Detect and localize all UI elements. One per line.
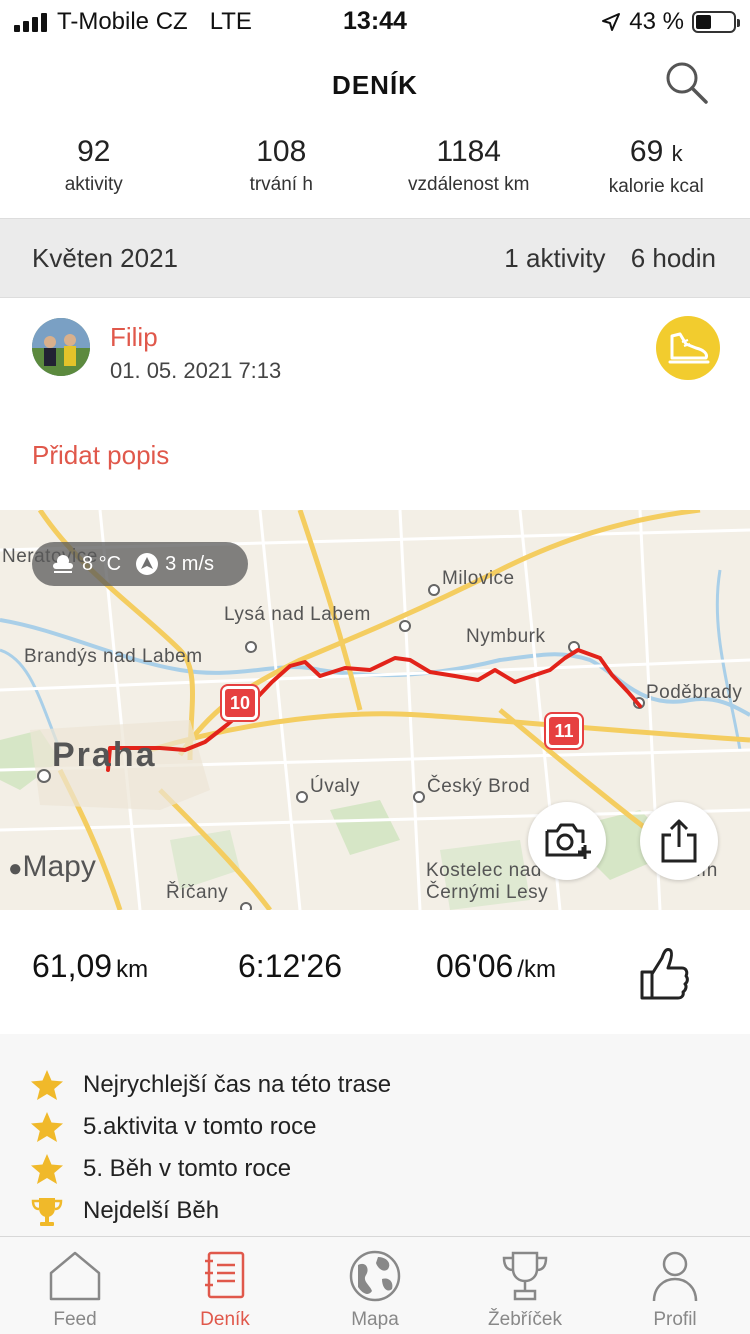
stat-label: aktivity — [64, 174, 123, 195]
weather-wind: 3 m/s — [165, 552, 215, 575]
thumbs-up-icon[interactable] — [638, 946, 690, 1002]
battery-icon — [692, 11, 740, 33]
location-arrow-icon — [602, 13, 621, 31]
achievements-list: Nejrychlejší čas na této trase 5.aktivit… — [0, 1034, 750, 1236]
weather-pill: 8 °C 3 m/s — [32, 542, 249, 586]
road-shield-10: 10 — [222, 686, 258, 720]
stats-row: 92 aktivity 108 trvání h 1184 vzdálenost… — [0, 132, 750, 216]
map-label-kostelec-2: Černými Lesy — [426, 882, 549, 903]
status-right: 43 % — [601, 8, 740, 36]
camera-add-icon — [545, 823, 591, 859]
map-label-brandys: Brandýs nad Labem — [24, 646, 203, 667]
maps-attribution: ●Mapy — [8, 850, 96, 883]
tab-diary[interactable]: Deník — [150, 1237, 300, 1334]
map-label-milovice: Milovice — [442, 568, 515, 589]
month-activities: 1 aktivity — [504, 243, 606, 273]
activity-metrics: 61,09 km 6:12'26 06'06/km — [0, 910, 750, 1034]
month-summary: 1 aktivity 6 hodin — [486, 243, 716, 274]
route-map[interactable]: Neratovice Milovice Lysá nad Labem Nymbu… — [0, 510, 750, 910]
map-label-praha: Praha — [52, 736, 157, 774]
person-icon — [652, 1251, 698, 1302]
tab-profile[interactable]: Profil — [600, 1237, 750, 1334]
stat-label: trvání h — [249, 174, 313, 195]
metric-distance: 61,09 km — [32, 948, 148, 985]
stat-value: 1184 — [436, 135, 501, 168]
month-name: Květen 2021 — [32, 243, 179, 273]
home-icon — [49, 1251, 101, 1301]
stat-label: kalorie kcal — [608, 176, 704, 197]
cloud-icon — [53, 555, 73, 573]
star-icon — [31, 1070, 63, 1100]
tab-leaderboard[interactable]: Žebříček — [450, 1237, 600, 1334]
activity-card-header: Filip 01. 05. 2021 7:13 Přidat popis — [0, 300, 750, 510]
achievement-item: Nejrychlejší čas na této trase — [0, 1064, 750, 1106]
achievement-text: 5. Běh v tomto roce — [83, 1155, 292, 1182]
add-description-link[interactable]: Přidat popis — [32, 440, 169, 471]
achievement-text: Nejdelší Běh — [83, 1197, 220, 1224]
status-bar: T-Mobile CZ LTE 13:44 43 % — [0, 0, 750, 40]
search-icon[interactable] — [662, 58, 712, 108]
map-label-uvaly: Úvaly — [310, 776, 361, 797]
month-hours: 6 hodin — [630, 243, 716, 273]
achievement-text: Nejrychlejší čas na této trase — [83, 1071, 392, 1098]
tab-label: Deník — [200, 1309, 250, 1330]
tab-label: Profil — [653, 1309, 697, 1330]
duration-value: 6:12'26 — [238, 948, 342, 984]
map-label-nymburk: Nymburk — [466, 626, 546, 647]
tab-label: Feed — [53, 1309, 97, 1330]
tab-label: Žebříček — [488, 1309, 562, 1330]
stat-distance: 1184 vzdálenost km — [375, 132, 563, 216]
achievement-text: 5.aktivita v tomto roce — [83, 1113, 317, 1140]
avatar[interactable] — [32, 318, 90, 376]
stat-activities: 92 aktivity — [0, 132, 188, 216]
battery-percent: 43 % — [629, 8, 684, 35]
tab-bar: Feed Deník Mapa Žebříček Profil — [0, 1236, 750, 1334]
globe-icon — [349, 1250, 401, 1302]
user-name[interactable]: Filip — [110, 322, 158, 353]
achievement-item: Nejdelší Běh — [0, 1190, 750, 1232]
map-label-lysa: Lysá nad Labem — [224, 604, 371, 625]
page-title: DENÍK — [332, 70, 418, 100]
metric-duration: 6:12'26 — [238, 948, 342, 985]
map-label-podebrady: Poděbrady — [646, 682, 743, 703]
map-label-kostelec: Kostelec nad — [426, 860, 542, 881]
stat-duration: 108 trvání h — [188, 132, 376, 216]
header: DENÍK — [0, 48, 750, 126]
distance-unit: km — [116, 956, 149, 983]
month-header[interactable]: Květen 2021 1 aktivity 6 hodin — [0, 218, 750, 298]
stat-value: 92 — [77, 135, 111, 168]
stat-suffix: k — [671, 141, 683, 166]
stat-label: vzdálenost km — [408, 174, 530, 195]
map-label-cesky-brod: Český Brod — [427, 776, 531, 797]
star-icon — [31, 1112, 63, 1142]
metric-pace: 06'06/km — [436, 948, 556, 985]
share-button[interactable] — [640, 802, 718, 880]
trophy-icon — [31, 1198, 63, 1226]
distance-value: 61,09 — [32, 948, 113, 984]
stat-value: 69 — [629, 135, 664, 168]
wind-direction-icon — [136, 553, 159, 575]
apple-logo-icon: ● — [8, 855, 23, 882]
share-icon — [661, 819, 697, 863]
tab-map[interactable]: Mapa — [300, 1237, 450, 1334]
star-icon — [31, 1154, 63, 1184]
achievement-item: 5.aktivita v tomto roce — [0, 1106, 750, 1148]
tab-label: Mapa — [351, 1309, 399, 1330]
achievement-item: 5. Běh v tomto roce — [0, 1148, 750, 1190]
add-photo-button[interactable] — [528, 802, 606, 880]
stat-value: 108 — [256, 135, 307, 168]
running-shoe-icon — [656, 316, 720, 380]
diary-icon — [205, 1251, 245, 1299]
trophy-icon — [502, 1251, 548, 1301]
pace-unit: /km — [517, 956, 556, 983]
stat-calories: 69 k kalorie kcal — [563, 132, 750, 216]
map-label-ricany: Říčany — [166, 882, 229, 903]
weather-temperature: 8 °C — [82, 552, 122, 575]
road-shield-11: 11 — [546, 714, 582, 748]
pace-value: 06'06 — [436, 948, 514, 984]
tab-feed[interactable]: Feed — [0, 1237, 150, 1334]
activity-date: 01. 05. 2021 7:13 — [110, 358, 282, 383]
